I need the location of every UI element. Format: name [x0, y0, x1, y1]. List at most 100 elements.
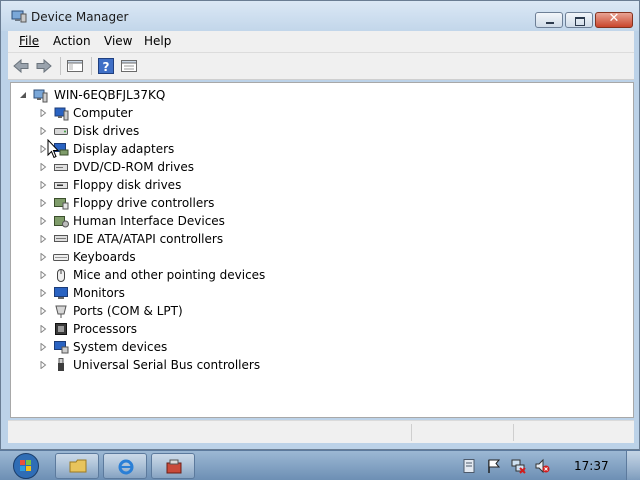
tree-item[interactable]: Display adapters: [11, 140, 611, 158]
expand-triangle-icon[interactable]: [39, 181, 47, 189]
disk-drive-icon: [54, 128, 68, 135]
usb-icon: [58, 358, 64, 371]
tree-item[interactable]: Keyboards: [11, 248, 611, 266]
expand-triangle-icon[interactable]: [39, 289, 47, 297]
menu-file[interactable]: File: [19, 34, 39, 48]
back-arrow-icon[interactable]: [12, 57, 30, 75]
tree-item-label: Universal Serial Bus controllers: [73, 358, 261, 372]
menu-help-label: Help: [144, 34, 172, 48]
ide-controller-icon: [54, 235, 68, 242]
tree-item-label: Mice and other pointing devices: [73, 268, 266, 282]
network-icon[interactable]: [510, 458, 526, 474]
tree-item-label: Processors: [73, 322, 138, 336]
tree-item[interactable]: Processors: [11, 320, 611, 338]
tree-item[interactable]: System devices: [11, 338, 611, 356]
system-device-icon: [54, 341, 69, 354]
expand-triangle-icon[interactable]: [39, 217, 47, 225]
close-icon: ✕: [608, 11, 620, 26]
expand-triangle-icon[interactable]: [39, 307, 47, 315]
expand-triangle-icon[interactable]: [39, 127, 47, 135]
expand-triangle-icon[interactable]: [39, 271, 47, 279]
device-manager-icon: [11, 10, 27, 23]
maximize-button[interactable]: [565, 12, 593, 28]
tree-item[interactable]: IDE ATA/ATAPI controllers: [11, 230, 611, 248]
show-desktop-button[interactable]: [626, 451, 640, 480]
show-hide-console-tree-icon[interactable]: [66, 57, 84, 75]
expand-triangle-icon[interactable]: [39, 235, 47, 243]
computer-icon: [54, 107, 69, 121]
taskbar: 17:37: [0, 450, 640, 480]
menu-help[interactable]: Help: [144, 34, 171, 48]
tree-item-label: Disk drives: [73, 124, 140, 138]
device-manager-taskbar-icon: [166, 459, 182, 474]
tree-item[interactable]: Computer: [11, 104, 611, 122]
tree-item-label: Monitors: [73, 286, 125, 300]
flag-icon[interactable]: [486, 458, 502, 474]
menu-action[interactable]: Action: [53, 34, 91, 48]
tree-item[interactable]: Disk drives: [11, 122, 611, 140]
title-bar[interactable]: Device Manager ✕: [1, 1, 639, 31]
tree-item[interactable]: Floppy disk drives: [11, 176, 611, 194]
tree-item[interactable]: Monitors: [11, 284, 611, 302]
status-divider: [411, 424, 412, 441]
menu-view[interactable]: View: [104, 34, 132, 48]
tree-root-label: WIN-6EQBFJL37KQ: [54, 88, 166, 102]
minimize-button[interactable]: [535, 12, 563, 28]
tree-root-row[interactable]: WIN-6EQBFJL37KQ: [11, 86, 611, 104]
taskbar-ie-button[interactable]: [103, 453, 147, 479]
tree-item-label: Floppy disk drives: [73, 178, 182, 192]
monitor-icon: [54, 287, 68, 299]
dvd-drive-icon: [54, 164, 68, 171]
properties-icon[interactable]: [120, 57, 138, 75]
help-icon[interactable]: ?: [97, 57, 115, 75]
expand-triangle-icon[interactable]: [39, 163, 47, 171]
port-icon: [55, 305, 67, 318]
tree-item[interactable]: Universal Serial Bus controllers: [11, 356, 611, 374]
expand-triangle-icon[interactable]: [39, 253, 47, 261]
tree-item[interactable]: Human Interface Devices: [11, 212, 611, 230]
tree-item-label: IDE ATA/ATAPI controllers: [73, 232, 224, 246]
internet-explorer-icon: [118, 459, 134, 475]
tree-item[interactable]: DVD/CD-ROM drives: [11, 158, 611, 176]
menu-file-label: File: [19, 34, 40, 48]
volume-muted-icon[interactable]: [534, 458, 550, 474]
taskbar-device-manager-button[interactable]: [151, 453, 195, 479]
tree-item-label: Computer: [73, 106, 133, 120]
close-button[interactable]: ✕: [595, 11, 633, 28]
menu-view-label: View: [104, 34, 133, 48]
taskbar-explorer-button[interactable]: [55, 453, 99, 479]
action-center-icon[interactable]: [461, 458, 477, 474]
toolbar: ?: [8, 53, 634, 80]
menu-action-label: Action: [53, 34, 91, 48]
expand-triangle-icon[interactable]: [39, 343, 47, 351]
collapse-triangle-icon[interactable]: [19, 91, 27, 99]
keyboard-icon: [53, 254, 69, 261]
svg-text:?: ?: [103, 60, 110, 74]
tree-item[interactable]: Mice and other pointing devices: [11, 266, 611, 284]
folder-icon: [69, 459, 87, 473]
tree-item[interactable]: Floppy drive controllers: [11, 194, 611, 212]
floppy-controller-icon: [54, 198, 69, 210]
toolbar-separator: [60, 57, 61, 75]
expand-triangle-icon[interactable]: [39, 325, 47, 333]
mouse-cursor-icon: [47, 139, 59, 159]
status-bar: [8, 420, 634, 443]
tree-item-label: System devices: [73, 340, 168, 354]
device-tree: WIN-6EQBFJL37KQ Computer Disk drives Displ…: [10, 82, 634, 418]
expand-triangle-icon[interactable]: [39, 145, 47, 153]
start-orb-icon[interactable]: [8, 452, 44, 480]
computer-root-icon: [33, 89, 48, 103]
forward-arrow-icon[interactable]: [35, 57, 53, 75]
expand-triangle-icon[interactable]: [39, 199, 47, 207]
toolbar-separator: [91, 57, 92, 75]
expand-triangle-icon[interactable]: [39, 361, 47, 369]
floppy-drive-icon: [54, 182, 68, 189]
tree-item[interactable]: Ports (COM & LPT): [11, 302, 611, 320]
tree-item-label: Ports (COM & LPT): [73, 304, 183, 318]
status-divider: [513, 424, 514, 441]
taskbar-clock[interactable]: 17:37: [574, 459, 609, 473]
expand-triangle-icon[interactable]: [39, 109, 47, 117]
tree-item-label: Display adapters: [73, 142, 175, 156]
hid-icon: [54, 216, 69, 228]
processor-icon: [55, 323, 67, 335]
